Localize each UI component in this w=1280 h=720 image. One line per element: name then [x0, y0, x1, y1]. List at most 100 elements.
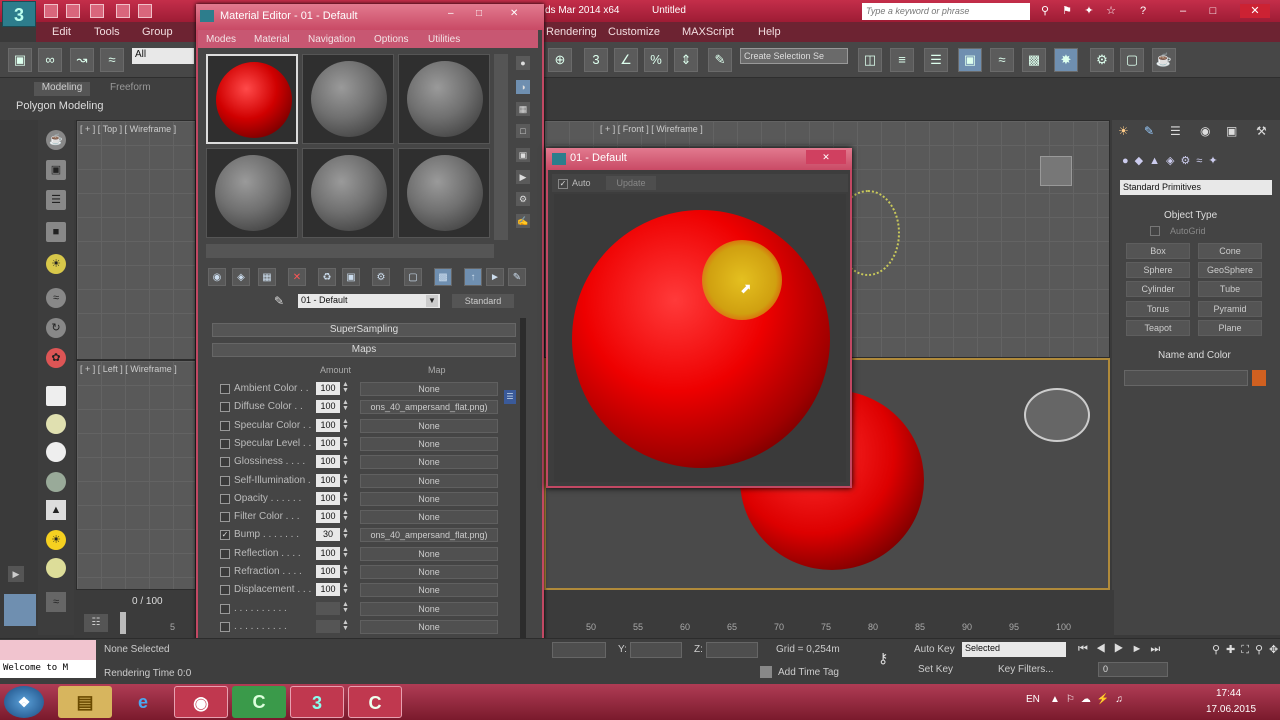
- material-id-icon[interactable]: ⚙: [372, 268, 390, 286]
- maps-rollout[interactable]: Maps: [212, 343, 516, 357]
- menu-maxscript[interactable]: MAXScript: [682, 26, 734, 38]
- box-button[interactable]: Box: [1126, 243, 1190, 259]
- map-amount-field[interactable]: 30: [316, 528, 340, 542]
- amount-spinner-icon[interactable]: ▲▼: [342, 509, 349, 523]
- x-coordinate-field[interactable]: [552, 642, 606, 658]
- cone-button[interactable]: Cone: [1198, 243, 1262, 259]
- y-coordinate-field[interactable]: [630, 642, 682, 658]
- menu-edit[interactable]: Edit: [52, 26, 71, 38]
- map-amount-field[interactable]: 100: [316, 382, 340, 395]
- map-enable-checkbox[interactable]: [220, 548, 230, 559]
- menu-utilities[interactable]: Utilities: [428, 34, 460, 45]
- amount-spinner-icon[interactable]: ▲▼: [342, 564, 349, 578]
- material-slot-5[interactable]: [302, 148, 394, 238]
- material-editor-icon[interactable]: ✸: [1054, 48, 1078, 72]
- explorer-icon[interactable]: ▤: [58, 686, 112, 718]
- map-enable-checkbox[interactable]: [220, 512, 230, 523]
- viewport-top[interactable]: [76, 120, 196, 360]
- map-enable-checkbox[interactable]: [220, 402, 230, 413]
- add-time-tag-button[interactable]: Add Time Tag: [778, 667, 839, 678]
- map-slot-button[interactable]: None: [360, 491, 498, 506]
- clock-date[interactable]: 17.06.2015: [1206, 704, 1256, 715]
- mirror-tool-icon[interactable]: ◫: [858, 48, 882, 72]
- sphere-button[interactable]: Sphere: [1126, 262, 1190, 278]
- amount-spinner-icon[interactable]: ▲▼: [342, 399, 349, 413]
- name-color-title[interactable]: Name and Color: [1158, 350, 1231, 361]
- map-enable-checkbox[interactable]: ✓: [220, 530, 230, 541]
- bind-spacewarp-icon[interactable]: ≈: [100, 48, 124, 72]
- map-amount-field[interactable]: [316, 601, 340, 615]
- viewport-left-label[interactable]: [ + ] [ Left ] [ Wireframe ]: [80, 364, 177, 374]
- render-setup-icon[interactable]: ⚙: [1090, 48, 1114, 72]
- angle-snap-icon[interactable]: ∠: [614, 48, 638, 72]
- menu-customize[interactable]: Customize: [608, 26, 660, 38]
- minimize-icon[interactable]: –: [1176, 4, 1190, 18]
- show-shaded-icon[interactable]: ▢: [404, 268, 422, 286]
- slot-scrollbar[interactable]: [494, 54, 508, 240]
- map-link-icon[interactable]: ☰: [504, 390, 516, 404]
- current-frame-field[interactable]: 0: [1098, 662, 1168, 677]
- selection-filter-dropdown[interactable]: All: [132, 48, 194, 64]
- named-selection-dropdown[interactable]: Create Selection Se: [740, 48, 848, 64]
- map-amount-field[interactable]: 100: [316, 583, 340, 597]
- cone-icon[interactable]: ▲: [46, 500, 66, 520]
- options-icon[interactable]: ⚙: [516, 192, 530, 206]
- mirror-icon[interactable]: ⊕: [548, 48, 572, 72]
- spinner-snap-icon[interactable]: ⇕: [674, 48, 698, 72]
- menu-modes[interactable]: Modes: [206, 34, 236, 45]
- object-type-title[interactable]: Object Type: [1164, 210, 1217, 221]
- modify-tab-icon[interactable]: ✎: [1144, 124, 1160, 140]
- material-type-button[interactable]: Standard: [452, 294, 514, 308]
- torus-button[interactable]: Torus: [1126, 301, 1190, 317]
- render-production-icon[interactable]: ☕: [1152, 48, 1176, 72]
- sun-icon[interactable]: ☀: [46, 530, 66, 550]
- material-editor-maximize-icon[interactable]: □: [476, 8, 482, 19]
- amount-spinner-icon[interactable]: ▲▼: [342, 582, 349, 596]
- amount-spinner-icon[interactable]: ▲▼: [342, 527, 349, 541]
- create-tab-icon[interactable]: ☀: [1118, 124, 1134, 140]
- slot-hscrollbar[interactable]: [206, 244, 494, 258]
- reset-map-icon[interactable]: ✕: [288, 268, 306, 286]
- rendered-frame-window-icon[interactable]: ▢: [1120, 48, 1144, 72]
- map-slot-button[interactable]: None: [360, 382, 498, 396]
- search-icon[interactable]: ⚲: [1038, 4, 1052, 18]
- put-to-library-icon[interactable]: ▣: [342, 268, 360, 286]
- welcome-field[interactable]: Welcome to M: [0, 660, 96, 678]
- system-tray-icons[interactable]: ▲⚐☁⚡♫: [1050, 694, 1160, 705]
- key-mode-dropdown[interactable]: Selected: [962, 642, 1066, 657]
- show-end-result-icon[interactable]: ▩: [434, 268, 452, 286]
- viewport-navigation-controls[interactable]: ⚲✚⛶⚲✥▣: [1212, 643, 1280, 679]
- map-amount-field[interactable]: 100: [316, 565, 340, 578]
- map-slot-button[interactable]: None: [360, 583, 498, 598]
- map-amount-field[interactable]: 100: [316, 510, 340, 524]
- new-icon[interactable]: [44, 4, 58, 18]
- map-slot-button[interactable]: None: [360, 455, 498, 470]
- map-slot-button[interactable]: None: [360, 601, 498, 616]
- material-slot-1[interactable]: [206, 54, 298, 144]
- sample-type-icon[interactable]: ●: [516, 56, 530, 70]
- map-slot-button[interactable]: None: [360, 619, 498, 634]
- camtasia-icon[interactable]: C: [232, 686, 286, 718]
- map-enable-checkbox[interactable]: [220, 475, 230, 486]
- plane-icon[interactable]: [46, 386, 66, 406]
- map-slot-button[interactable]: None: [360, 546, 498, 561]
- open-icon[interactable]: [66, 4, 80, 18]
- viewcube-front[interactable]: [1040, 156, 1072, 186]
- plane-button[interactable]: Plane: [1198, 320, 1262, 336]
- map-slot-button[interactable]: None: [360, 436, 498, 451]
- pick-material-icon[interactable]: ✎: [508, 268, 526, 286]
- z-coordinate-field[interactable]: [706, 642, 758, 658]
- amount-spinner-icon[interactable]: ▲▼: [342, 454, 349, 468]
- map-enable-checkbox[interactable]: [220, 493, 230, 504]
- percent-snap-icon[interactable]: %: [644, 48, 668, 72]
- layer-manager-icon[interactable]: ☰: [924, 48, 948, 72]
- schematic-view-icon[interactable]: ▩: [1022, 48, 1046, 72]
- chevron-down-icon[interactable]: ▼: [426, 295, 438, 307]
- map-slot-button[interactable]: ons_40_ampersand_flat.png): [360, 528, 498, 543]
- chrome-icon[interactable]: ◉: [174, 686, 228, 718]
- motion-tab-icon[interactable]: ◉: [1200, 124, 1216, 140]
- clock-time[interactable]: 17:44: [1216, 688, 1241, 699]
- map-slot-button[interactable]: ons_40_ampersand_flat.png): [360, 400, 498, 415]
- material-slot-3[interactable]: [398, 54, 490, 144]
- map-amount-field[interactable]: 100: [316, 546, 340, 560]
